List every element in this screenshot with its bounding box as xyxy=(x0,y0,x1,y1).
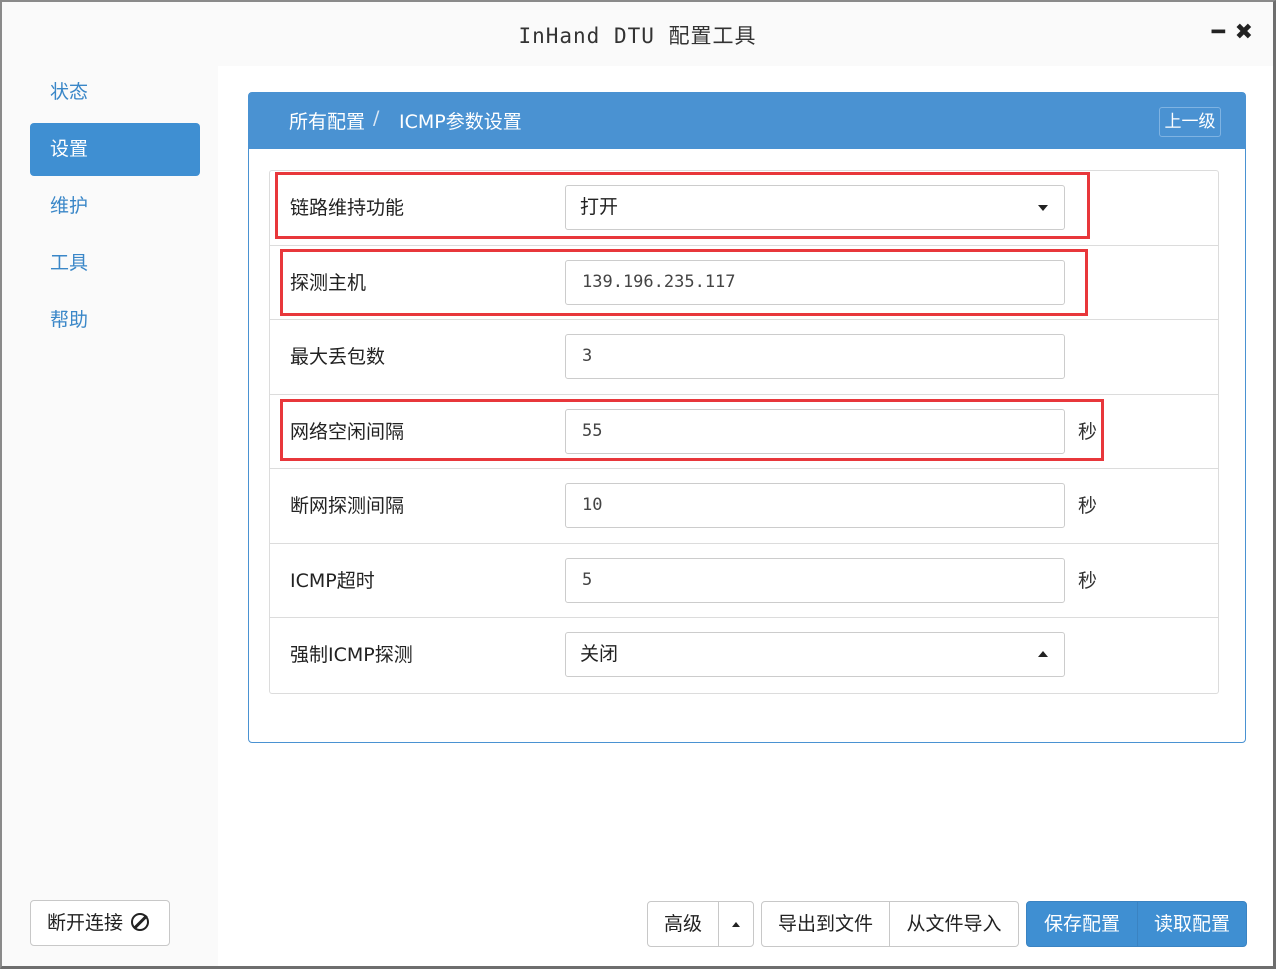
sidebar-item-maintenance[interactable]: 维护 xyxy=(30,180,200,233)
idle-interval-label: 网络空闲间隔 xyxy=(290,420,405,443)
disconnect-probe-interval-label: 断网探测间隔 xyxy=(290,495,405,517)
form-row-idle-interval: 网络空闲间隔 55 秒 xyxy=(270,395,1218,469)
icmp-timeout-unit: 秒 xyxy=(1078,569,1098,592)
title-bar: InHand DTU 配置工具 ━ ✖ xyxy=(2,2,1273,66)
advanced-button[interactable]: 高级 xyxy=(647,901,719,947)
disconnect-probe-interval-unit: 秒 xyxy=(1078,495,1098,517)
force-icmp-probe-value: 关闭 xyxy=(580,643,619,665)
sidebar-item-tools[interactable]: 工具 xyxy=(30,237,200,290)
disconnect-probe-interval-input[interactable]: 10 xyxy=(565,483,1065,528)
caret-up-icon xyxy=(732,922,740,927)
disconnect-button[interactable]: 断开连接 xyxy=(30,900,170,946)
idle-interval-input[interactable]: 55 xyxy=(565,408,1065,454)
sidebar-item-settings[interactable]: 设置 xyxy=(30,123,200,176)
close-icon[interactable]: ✖ xyxy=(1235,22,1253,44)
link-keepalive-value: 打开 xyxy=(580,196,619,218)
read-config-button[interactable]: 读取配置 xyxy=(1137,901,1247,947)
link-keepalive-label: 链路维持功能 xyxy=(290,197,405,219)
icmp-settings-form: 链路维持功能 打开 探测主机 139.196.235.117 最大丢包数 3 网… xyxy=(269,170,1219,694)
save-config-button[interactable]: 保存配置 xyxy=(1026,901,1138,947)
advanced-toggle-button[interactable] xyxy=(718,901,754,947)
probe-host-input[interactable]: 139.196.235.117 xyxy=(565,259,1065,305)
icmp-timeout-label: ICMP超时 xyxy=(290,569,375,592)
sidebar: 状态 设置 维护 工具 帮助 断开连接 xyxy=(2,66,218,966)
breadcrumb-separator: / xyxy=(373,107,380,129)
sidebar-item-help[interactable]: 帮助 xyxy=(30,294,200,347)
minimize-icon[interactable]: ━ xyxy=(1212,22,1225,44)
form-row-disconnect-probe-interval: 断网探测间隔 10 秒 xyxy=(270,469,1218,544)
form-row-link-keepalive: 链路维持功能 打开 xyxy=(270,171,1218,246)
form-row-max-packet-loss: 最大丢包数 3 xyxy=(270,320,1218,395)
idle-interval-unit: 秒 xyxy=(1078,420,1098,443)
breadcrumb-all-configs[interactable]: 所有配置 xyxy=(289,107,365,134)
icmp-timeout-input[interactable]: 5 xyxy=(565,557,1065,603)
breadcrumb-current: ICMP参数设置 xyxy=(399,111,522,133)
sidebar-item-status[interactable]: 状态 xyxy=(30,66,200,119)
chevron-up-icon xyxy=(1038,651,1048,657)
app-window: InHand DTU 配置工具 ━ ✖ 状态 设置 维护 工具 帮助 断开连接 … xyxy=(0,0,1276,969)
probe-host-label: 探测主机 xyxy=(290,271,367,294)
config-panel: 所有配置 / ICMP参数设置 上一级 链路维持功能 打开 探测主机 139.1… xyxy=(248,92,1246,743)
form-row-probe-host: 探测主机 139.196.235.117 xyxy=(270,246,1218,320)
panel-header: 所有配置 / ICMP参数设置 上一级 xyxy=(249,93,1245,149)
ban-icon xyxy=(131,913,150,931)
form-row-icmp-timeout: ICMP超时 5 秒 xyxy=(270,544,1218,618)
max-packet-loss-input[interactable]: 3 xyxy=(565,334,1065,379)
back-button[interactable]: 上一级 xyxy=(1159,107,1221,137)
disconnect-label: 断开连接 xyxy=(47,912,124,934)
form-row-force-icmp-probe: 强制ICMP探测 关闭 xyxy=(270,618,1218,693)
force-icmp-probe-label: 强制ICMP探测 xyxy=(290,644,413,666)
chevron-down-icon xyxy=(1038,205,1048,211)
export-to-file-button[interactable]: 导出到文件 xyxy=(761,901,890,947)
max-packet-loss-label: 最大丢包数 xyxy=(290,346,386,368)
import-from-file-button[interactable]: 从文件导入 xyxy=(889,901,1019,947)
link-keepalive-select[interactable]: 打开 xyxy=(565,185,1065,230)
window-title: InHand DTU 配置工具 xyxy=(518,24,757,48)
force-icmp-probe-select[interactable]: 关闭 xyxy=(565,632,1065,677)
main-content: 所有配置 / ICMP参数设置 上一级 链路维持功能 打开 探测主机 139.1… xyxy=(218,66,1273,966)
